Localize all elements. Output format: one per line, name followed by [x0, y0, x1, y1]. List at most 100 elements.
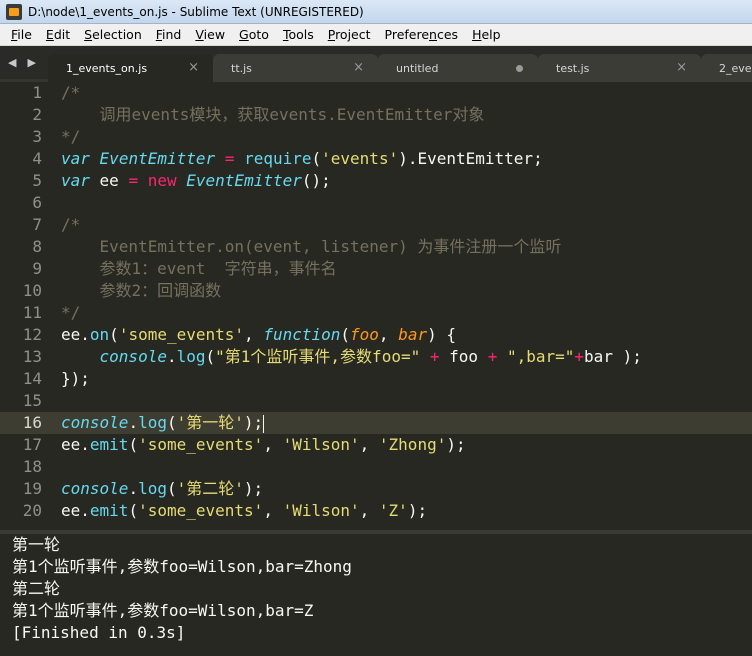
- menu-project[interactable]: Project: [321, 24, 378, 46]
- code-line[interactable]: /*: [61, 82, 80, 104]
- code-token: on: [89, 325, 110, 344]
- code-line[interactable]: */: [61, 302, 80, 324]
- code-token: );: [407, 501, 428, 520]
- code-line[interactable]: /*: [61, 214, 80, 236]
- code-token: );: [243, 413, 264, 432]
- menu-goto[interactable]: Goto: [232, 24, 276, 46]
- code-line[interactable]: console.log('第一轮');: [61, 412, 265, 434]
- line-number: 1: [32, 83, 42, 102]
- menu-file[interactable]: File: [4, 24, 39, 46]
- menu-view[interactable]: View: [188, 24, 232, 46]
- code-line[interactable]: console.log('第二轮');: [61, 478, 263, 500]
- code-token: 'Wilson': [282, 501, 360, 520]
- code-line[interactable]: var EventEmitter = require('events').Eve…: [61, 148, 543, 170]
- code-line[interactable]: var ee = new EventEmitter();: [61, 170, 331, 192]
- line-number: 15: [22, 391, 42, 410]
- code-token: ,: [263, 501, 283, 520]
- tab-label: tt.js: [231, 62, 252, 75]
- line-number: 18: [22, 457, 42, 476]
- code-token: ,: [359, 435, 379, 454]
- code-token: ee.: [61, 325, 90, 344]
- code-token: console: [61, 413, 129, 432]
- code-token: 'some_events': [138, 501, 264, 520]
- line-number: 19: [22, 479, 42, 498]
- code-token: 'Wilson': [282, 435, 360, 454]
- menu-edit[interactable]: Edit: [39, 24, 77, 46]
- code-editor[interactable]: 1 2 3 4 5 6 7 8 9 10 11 12 13 14 15 16 17 18 19 20 /* 调用eve…: [0, 82, 752, 530]
- tab-test-js[interactable]: test.js ×: [538, 54, 701, 82]
- code-token: (: [109, 325, 119, 344]
- code-token: bar );: [584, 347, 642, 366]
- code-token: foo: [439, 347, 488, 366]
- code-token: ",bar=": [506, 347, 575, 366]
- line-number: 13: [22, 347, 42, 366]
- code-line[interactable]: 参数1：event 字符串，事件名: [61, 258, 337, 280]
- code-token: log: [176, 347, 206, 366]
- code-token: ee.: [61, 501, 90, 520]
- code-token: '第二轮': [176, 479, 244, 498]
- tab-bar: ◀ ▶ 1_events_on.js × tt.js × untitled test.js…: [0, 46, 752, 82]
- code-token: 'some_events': [118, 325, 245, 344]
- code-line[interactable]: 调用events模块，获取events.EventEmitter对象: [61, 104, 485, 126]
- code-token: (: [205, 347, 216, 366]
- code-token: console: [99, 347, 167, 366]
- code-token: .: [128, 479, 139, 498]
- code-token: (: [128, 501, 139, 520]
- close-icon[interactable]: ×: [676, 60, 687, 75]
- code-line[interactable]: ee.on('some_events', function(foo, bar) …: [61, 324, 456, 346]
- code-token: log: [138, 413, 167, 432]
- tab-1-events-on-js[interactable]: 1_events_on.js ×: [48, 54, 213, 82]
- code-token: +: [429, 347, 440, 366]
- code-token: +: [574, 347, 585, 366]
- code-token: require: [244, 149, 312, 168]
- tab-label: test.js: [556, 62, 590, 75]
- code-token: ee: [89, 171, 129, 190]
- menu-preferences[interactable]: Preferences: [378, 24, 466, 46]
- tab-label: untitled: [396, 62, 439, 75]
- code-token: '第一轮': [176, 413, 244, 432]
- code-token: emit: [89, 501, 129, 520]
- code-line[interactable]: });: [61, 368, 90, 390]
- tab-2-even[interactable]: 2_even: [701, 54, 752, 82]
- code-token: ).EventEmitter;: [398, 149, 543, 168]
- code-token: });: [61, 369, 90, 388]
- code-line[interactable]: ee.emit('some_events', 'Wilson', 'Z');: [61, 500, 427, 522]
- code-token: */: [61, 303, 81, 322]
- menu-tools[interactable]: Tools: [276, 24, 321, 46]
- code-area[interactable]: /* 调用events模块，获取events.EventEmitter对象 */ v…: [61, 82, 752, 530]
- code-line[interactable]: */: [61, 126, 80, 148]
- close-icon[interactable]: ×: [353, 60, 364, 75]
- tab-label: 1_events_on.js: [66, 62, 148, 75]
- line-number: 8: [32, 237, 42, 256]
- code-token: foo: [350, 325, 379, 344]
- output-line: 第一轮: [12, 535, 61, 554]
- menu-help[interactable]: Help: [465, 24, 508, 46]
- tab-untitled[interactable]: untitled: [378, 54, 538, 82]
- window-title: D:\node\1_events_on.js - Sublime Text (U…: [28, 4, 364, 19]
- code-token: 参数1：event 字符串，事件名: [61, 259, 337, 278]
- menu-selection[interactable]: Selection: [77, 24, 149, 46]
- code-token: (: [166, 413, 177, 432]
- code-token: =: [224, 149, 235, 168]
- code-line[interactable]: EventEmitter.on(event, listener) 为事件注册一个…: [61, 236, 562, 258]
- tab-scroll-arrows-icon[interactable]: ◀ ▶: [8, 56, 40, 69]
- close-icon[interactable]: ×: [188, 60, 199, 75]
- menu-find[interactable]: Find: [149, 24, 189, 46]
- unsaved-dot-icon[interactable]: [516, 65, 523, 72]
- tab-tt-js[interactable]: tt.js ×: [213, 54, 378, 82]
- code-line[interactable]: console.log("第1个监听事件,参数foo=" + foo + ",b…: [61, 346, 642, 368]
- line-number: 7: [32, 215, 42, 234]
- line-number: 6: [32, 193, 42, 212]
- code-token: 'Z': [378, 501, 408, 520]
- code-token: */: [61, 127, 81, 146]
- code-line[interactable]: ee.emit('some_events', 'Wilson', 'Zhong'…: [61, 434, 466, 456]
- code-token: ,: [378, 325, 399, 344]
- code-token: var: [61, 149, 90, 168]
- output-line: [Finished in 0.3s]: [12, 623, 186, 642]
- code-line[interactable]: 参数2：回调函数: [61, 280, 222, 302]
